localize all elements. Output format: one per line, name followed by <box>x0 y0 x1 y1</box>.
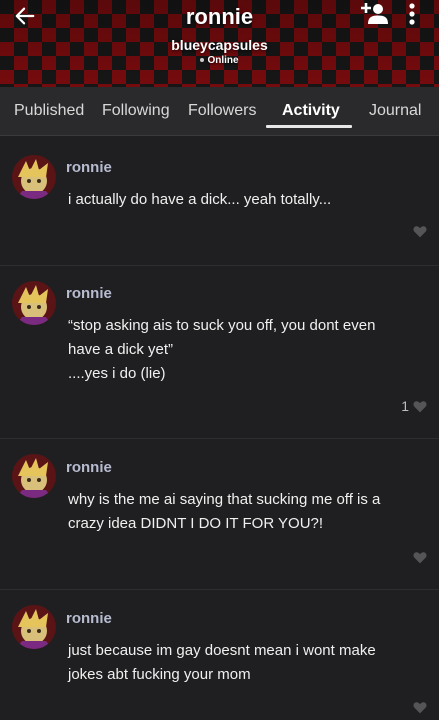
avatar[interactable] <box>12 605 56 649</box>
status-label: Online <box>207 55 239 66</box>
more-options-button[interactable] <box>400 1 424 27</box>
post-line: jokes abt fucking your mom <box>68 666 251 683</box>
tab-followers[interactable]: Followers <box>188 87 256 135</box>
heart-icon <box>413 400 427 412</box>
post-text: just because im gay doesnt mean i wont m… <box>68 639 418 687</box>
avatar-image <box>12 281 56 325</box>
post-line: ....yes i do (lie) <box>68 365 166 382</box>
activity-post[interactable]: ronnie i actually do have a dick... yeah… <box>0 136 439 266</box>
post-author[interactable]: ronnie <box>66 459 112 476</box>
post-line: crazy idea DIDNT I DO IT FOR YOU?! <box>68 515 324 532</box>
post-author[interactable]: ronnie <box>66 159 112 176</box>
avatar[interactable] <box>12 281 56 325</box>
tab-journal[interactable]: Journal <box>369 87 421 135</box>
person-add-icon <box>361 3 388 24</box>
like-button[interactable] <box>409 551 427 564</box>
more-vertical-icon <box>409 3 415 25</box>
online-status: Online <box>0 55 439 66</box>
post-line: just because im gay doesnt mean i wont m… <box>68 642 376 659</box>
tab-published[interactable]: Published <box>14 87 84 135</box>
post-author[interactable]: ronnie <box>66 285 112 302</box>
heart-icon <box>413 552 427 564</box>
avatar[interactable] <box>12 454 56 498</box>
status-dot-icon <box>200 58 205 63</box>
activity-post[interactable]: ronnie just because im gay doesnt mean i… <box>0 590 439 720</box>
activity-post[interactable]: ronnie why is the me ai saying that suck… <box>0 439 439 590</box>
like-button[interactable] <box>409 225 427 238</box>
avatar[interactable] <box>12 155 56 199</box>
profile-tabs: Published Following Followers Activity J… <box>0 87 439 136</box>
active-tab-indicator <box>266 125 352 128</box>
post-line: have a dick yet” <box>68 341 174 358</box>
like-button[interactable] <box>409 701 427 714</box>
tab-following[interactable]: Following <box>102 87 170 135</box>
like-button[interactable]: 1 <box>401 398 427 414</box>
avatar-image <box>12 605 56 649</box>
post-line: why is the me ai saying that sucking me … <box>68 491 381 508</box>
post-author[interactable]: ronnie <box>66 610 112 627</box>
heart-icon <box>413 226 427 238</box>
heart-icon <box>413 702 427 714</box>
avatar-image <box>12 454 56 498</box>
add-friend-button[interactable] <box>358 1 390 27</box>
profile-handle: blueycapsules <box>171 37 268 53</box>
post-text: “stop asking ais to suck you off, you do… <box>68 314 418 386</box>
avatar-image <box>12 155 56 199</box>
post-text: why is the me ai saying that sucking me … <box>68 488 418 536</box>
profile-header: ronnie blueycapsules Online <box>0 0 439 87</box>
like-count: 1 <box>401 398 409 414</box>
post-line: i actually do have a dick... yeah totall… <box>68 191 332 208</box>
post-text: i actually do have a dick... yeah totall… <box>68 188 418 212</box>
post-line: “stop asking ais to suck you off, you do… <box>68 317 376 334</box>
activity-post[interactable]: ronnie “stop asking ais to suck you off,… <box>0 266 439 439</box>
